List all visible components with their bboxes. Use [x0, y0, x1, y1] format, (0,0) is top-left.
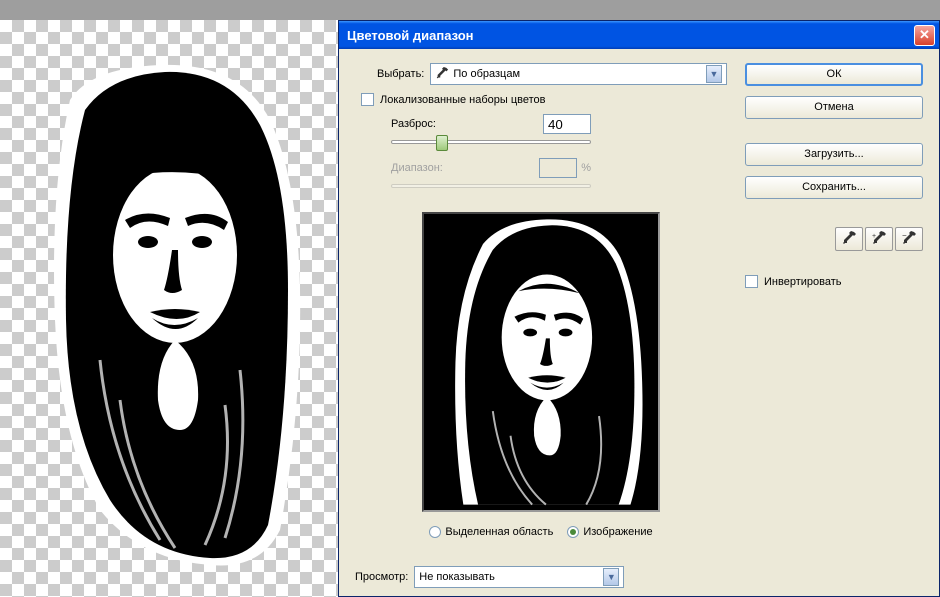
- fuzziness-slider[interactable]: [391, 140, 591, 144]
- invert-label: Инвертировать: [764, 276, 841, 288]
- svg-text:−: −: [902, 231, 907, 240]
- svg-text:+: +: [872, 233, 876, 240]
- preview-mode-dropdown[interactable]: Не показывать ▼: [414, 566, 624, 588]
- close-button[interactable]: ✕: [914, 25, 935, 46]
- canvas-transparency-bg: [0, 20, 340, 597]
- eyedropper-minus-icon: −: [901, 231, 917, 247]
- range-label: Диапазон:: [391, 162, 443, 174]
- eyedropper-subtract-button[interactable]: −: [895, 227, 923, 251]
- localized-colors-label: Локализованные наборы цветов: [380, 94, 546, 106]
- chevron-down-icon: ▼: [706, 65, 722, 83]
- eyedropper-icon: [435, 67, 449, 81]
- select-value: По образцам: [453, 68, 702, 80]
- dialog-title: Цветовой диапазон: [347, 28, 914, 43]
- fuzziness-label: Разброс:: [391, 118, 436, 130]
- slider-thumb[interactable]: [436, 135, 448, 151]
- selection-preview: [422, 212, 660, 512]
- cancel-button[interactable]: Отмена: [745, 96, 923, 119]
- chevron-down-icon: ▼: [603, 568, 619, 586]
- range-unit: %: [581, 162, 591, 174]
- preview-image: [424, 214, 658, 510]
- range-slider: [391, 184, 591, 188]
- range-input: [539, 158, 577, 178]
- eyedropper-icon: [841, 231, 857, 247]
- preview-mode-label: Просмотр:: [355, 571, 408, 583]
- color-range-dialog: Цветовой диапазон ✕ Выбрать: По образцам…: [338, 20, 940, 597]
- dialog-titlebar[interactable]: Цветовой диапазон ✕: [339, 21, 939, 49]
- canvas-portrait-image: [30, 60, 320, 570]
- load-button[interactable]: Загрузить...: [745, 143, 923, 166]
- fuzziness-input[interactable]: [543, 114, 591, 134]
- save-button[interactable]: Сохранить...: [745, 176, 923, 199]
- radio-icon: [429, 526, 441, 538]
- invert-checkbox[interactable]: [745, 275, 758, 288]
- preview-mode-value: Не показывать: [419, 571, 599, 583]
- radio-image-label: Изображение: [583, 526, 652, 538]
- radio-selection[interactable]: Выделенная область: [429, 526, 553, 538]
- eyedropper-add-button[interactable]: +: [865, 227, 893, 251]
- radio-icon: [567, 526, 579, 538]
- eyedropper-sample-button[interactable]: [835, 227, 863, 251]
- radio-selection-label: Выделенная область: [445, 526, 553, 538]
- close-icon: ✕: [919, 27, 930, 42]
- select-label: Выбрать:: [377, 68, 424, 80]
- localized-colors-checkbox[interactable]: [361, 93, 374, 106]
- eyedropper-plus-icon: +: [871, 231, 887, 247]
- radio-image[interactable]: Изображение: [567, 526, 652, 538]
- ok-button[interactable]: ОК: [745, 63, 923, 86]
- select-dropdown[interactable]: По образцам ▼: [430, 63, 727, 85]
